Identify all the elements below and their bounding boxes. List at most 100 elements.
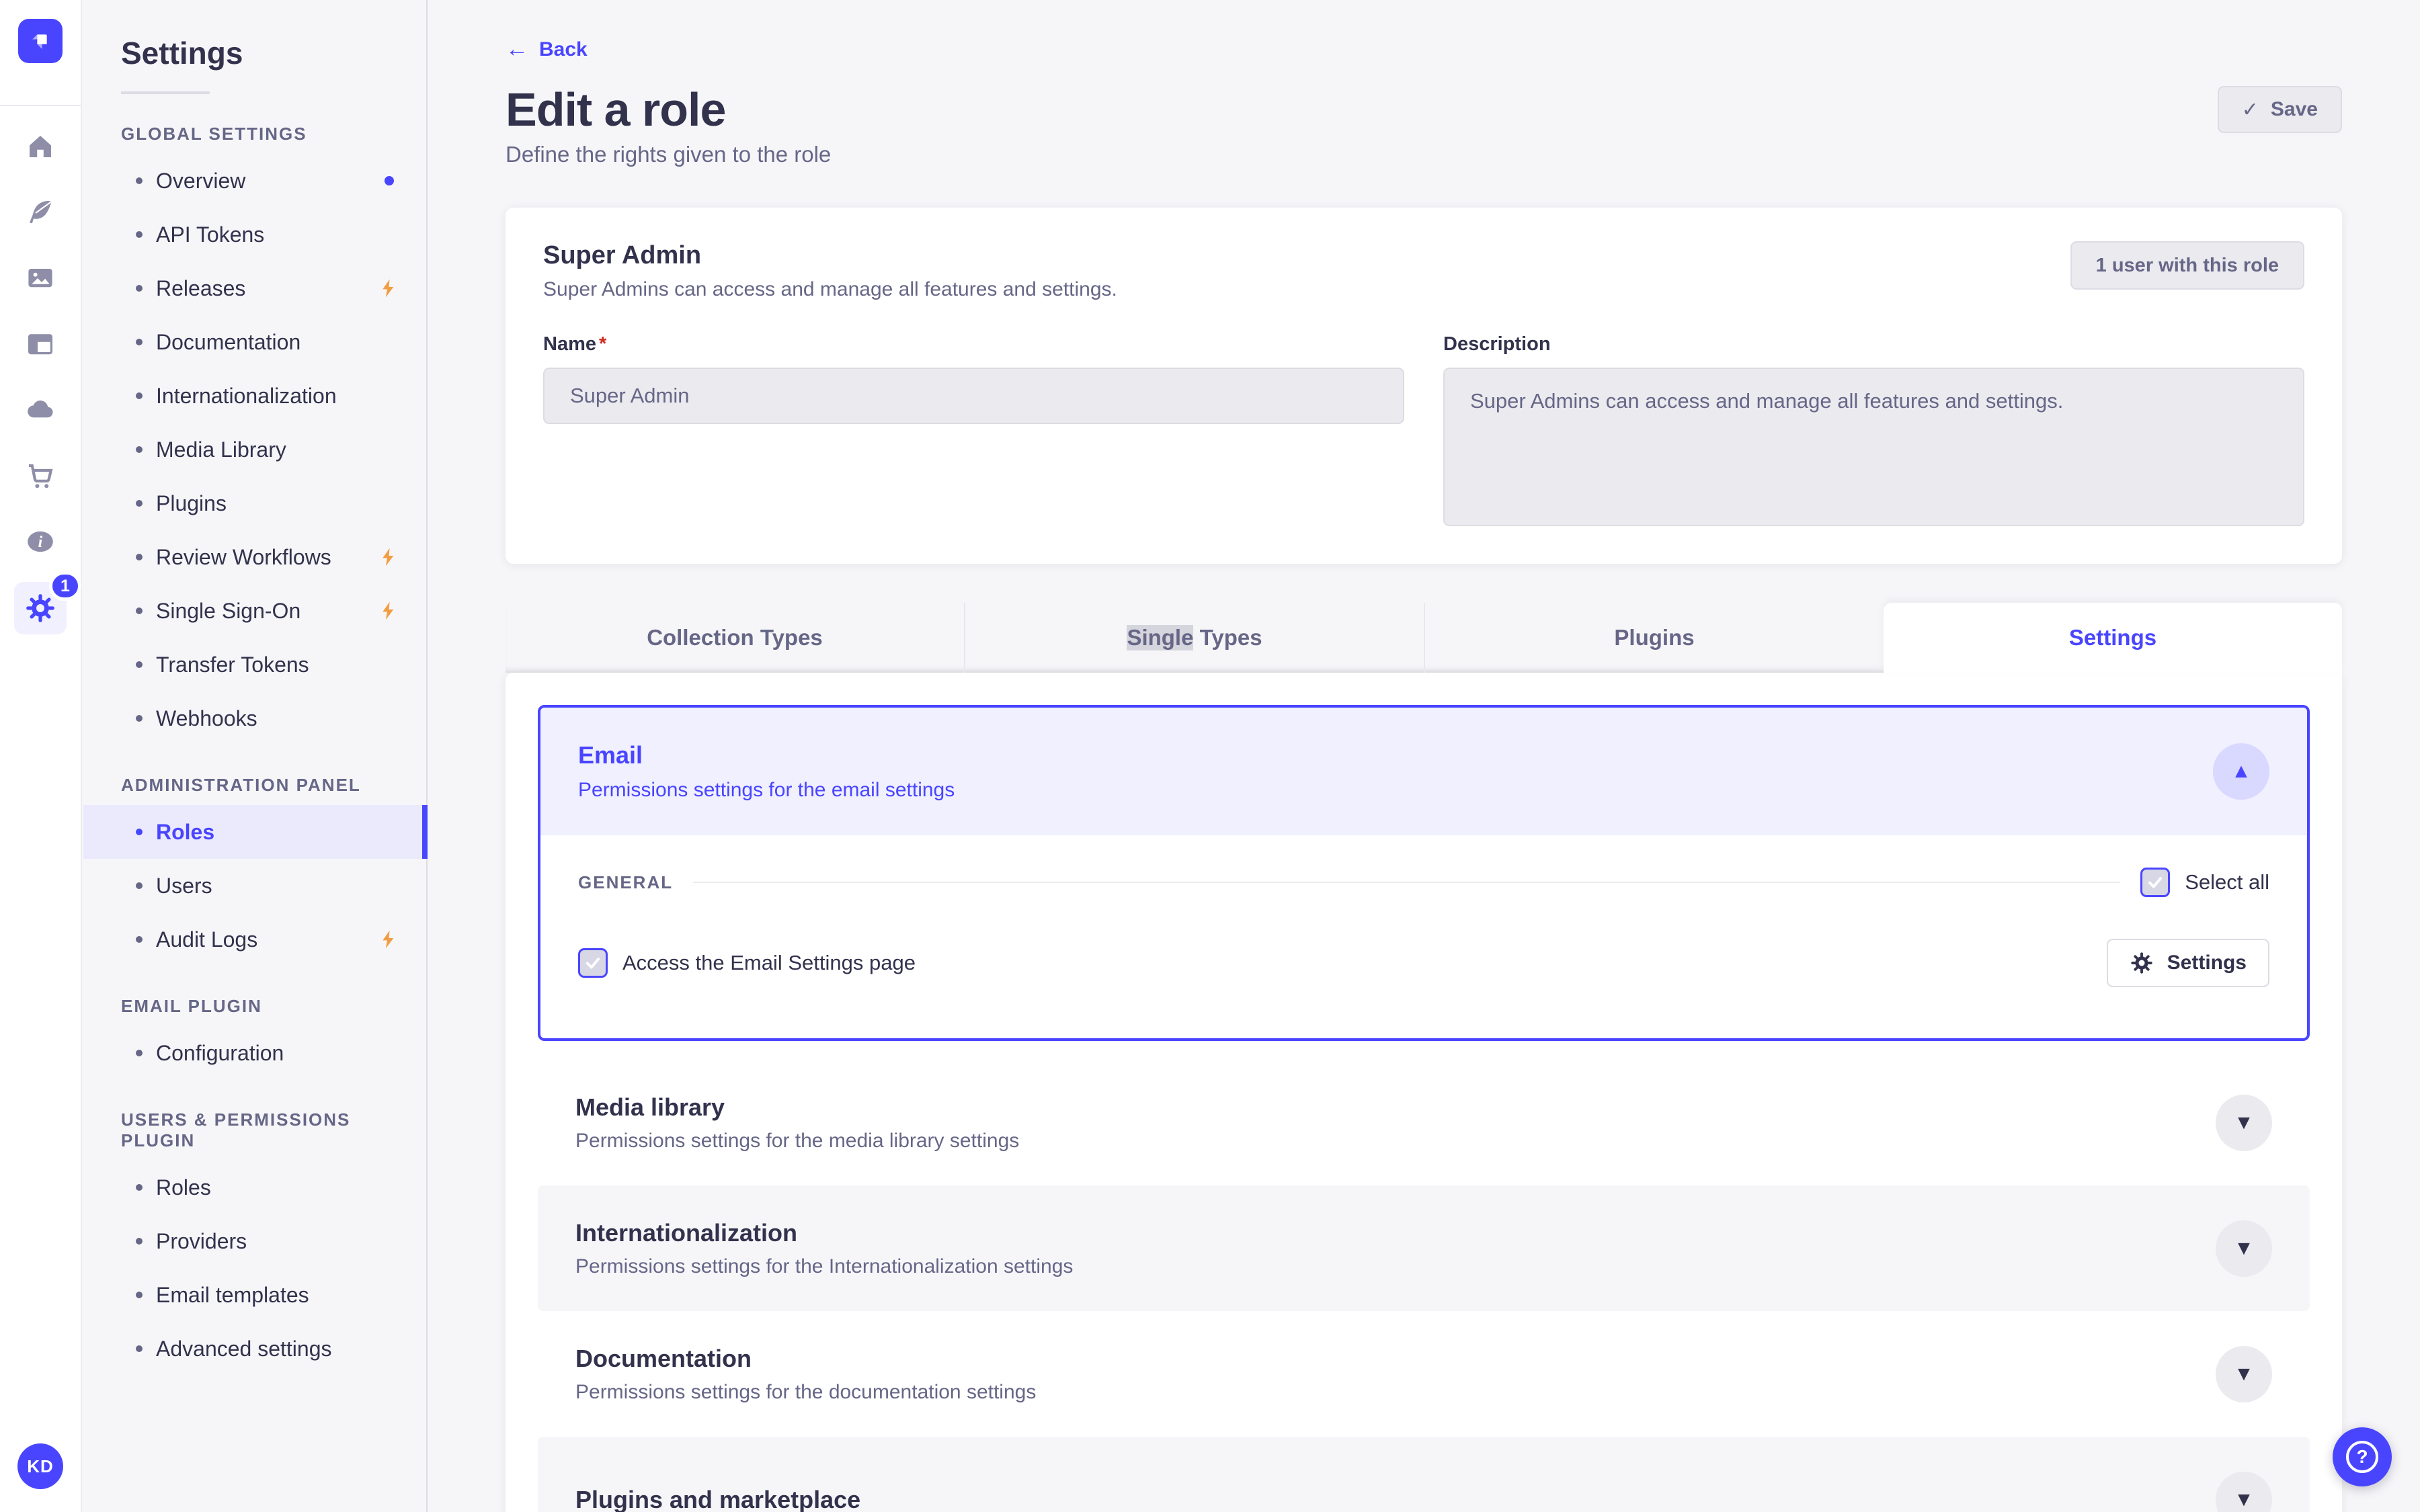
strapi-logo-icon[interactable] — [18, 19, 63, 63]
sidebar-item-email-templates[interactable]: Email templates — [83, 1268, 426, 1322]
expand-toggle-button[interactable]: ▼ — [2216, 1471, 2272, 1512]
email-permissions-panel: Email Permissions settings for the email… — [538, 705, 2310, 1041]
permission-settings-button[interactable]: Settings — [2106, 939, 2269, 987]
sidebar-title: Settings — [121, 36, 243, 71]
section-label-administration-panel: ADMINISTRATION PANEL — [121, 775, 361, 795]
svg-text:i: i — [38, 534, 43, 551]
sidebar-item-plugins[interactable]: Plugins — [83, 476, 426, 530]
tab-settings[interactable]: Settings — [1884, 603, 2342, 673]
sidebar-item-webhooks[interactable]: Webhooks — [83, 691, 426, 745]
plugins-marketplace-accordion[interactable]: Plugins and marketplace ▼ — [538, 1437, 2310, 1512]
media-library-icon[interactable] — [24, 262, 56, 294]
lightning-bolt-icon — [378, 600, 399, 622]
sidebar-divider — [121, 91, 210, 94]
save-button[interactable]: ✓ Save — [2217, 86, 2342, 133]
select-all-group: Select all — [2140, 868, 2269, 897]
lightning-bolt-icon — [378, 278, 399, 299]
section-label-users-permissions-plugin: USERS & PERMISSIONS PLUGIN — [121, 1109, 351, 1150]
sidebar-item-overview[interactable]: Overview — [83, 154, 426, 208]
strapi-admin-screen: i 1 KD Settings GLOBAL SETTINGS Overview… — [0, 0, 2420, 1512]
sidebar-item-up-roles[interactable]: Roles — [83, 1161, 426, 1214]
sidebar-item-internationalization[interactable]: Internationalization — [83, 369, 426, 423]
logo-section — [0, 0, 81, 106]
settings-gear-icon[interactable]: 1 — [14, 571, 81, 634]
sidebar-item-api-tokens[interactable]: API Tokens — [83, 208, 426, 261]
lightning-bolt-icon — [378, 546, 399, 568]
check-icon: ✓ — [2241, 98, 2259, 121]
permission-row: Access the Email Settings page — [578, 948, 916, 978]
gear-icon — [2131, 952, 2152, 974]
section-label-global-settings: GLOBAL SETTINGS — [121, 124, 307, 144]
email-accordion-header[interactable]: Email Permissions settings for the email… — [540, 708, 2307, 835]
chevron-down-icon: ▼ — [2234, 1111, 2254, 1134]
expand-toggle-button[interactable]: ▼ — [2216, 1345, 2272, 1402]
documentation-accordion[interactable]: Documentation Permissions settings for t… — [538, 1311, 2310, 1437]
main-content: ← Back Edit a role ✓ Save Define the rig… — [428, 0, 2420, 1512]
section-divider-line — [693, 882, 2121, 883]
rail-icon-list: i 1 — [0, 106, 81, 634]
sidebar-item-review-workflows[interactable]: Review Workflows — [83, 530, 426, 584]
sidebar-item-media-library[interactable]: Media Library — [83, 423, 426, 476]
tab-plugins[interactable]: Plugins — [1424, 603, 1884, 673]
back-link[interactable]: ← Back — [506, 36, 588, 62]
sidebar-item-email-configuration[interactable]: Configuration — [83, 1026, 426, 1080]
email-panel-body: GENERAL Select all Access the Email Sett… — [540, 835, 2307, 1038]
name-field-label: Name * — [543, 333, 607, 355]
description-textarea[interactable]: Super Admins can access and manage all f… — [1443, 368, 2304, 526]
permissions-section: Collection Types Single Types Plugins Se… — [506, 603, 2342, 1512]
select-all-label: Select all — [2185, 870, 2269, 894]
chevron-up-icon: ▲ — [2231, 760, 2251, 782]
users-with-role-button[interactable]: 1 user with this role — [2070, 241, 2304, 290]
question-mark-icon: ? — [2346, 1441, 2378, 1473]
sidebar-item-advanced-settings[interactable]: Advanced settings — [83, 1322, 426, 1376]
sidebar-item-documentation[interactable]: Documentation — [83, 315, 426, 369]
expand-toggle-button[interactable]: ▼ — [2216, 1220, 2272, 1277]
internationalization-accordion[interactable]: Internationalization Permissions setting… — [538, 1185, 2310, 1311]
main-nav-rail: i 1 KD — [0, 0, 82, 1512]
back-arrow-icon: ← — [506, 36, 528, 62]
email-panel-subtitle: Permissions settings for the email setti… — [578, 779, 955, 801]
notification-dot-icon — [385, 176, 394, 185]
description-field-group: Description Super Admins can access and … — [1443, 333, 2304, 526]
tab-single-types[interactable]: Single Types — [964, 603, 1424, 673]
permission-checkbox[interactable] — [578, 948, 608, 978]
permissions-tab-bar: Collection Types Single Types Plugins Se… — [506, 603, 2342, 673]
media-library-accordion[interactable]: Media library Permissions settings for t… — [538, 1060, 2310, 1185]
user-avatar[interactable]: KD — [17, 1443, 63, 1489]
cloud-icon[interactable] — [24, 394, 56, 426]
settings-sidebar: Settings GLOBAL SETTINGS Overview API To… — [83, 0, 428, 1512]
chevron-down-icon: ▼ — [2234, 1236, 2254, 1259]
role-name-heading: Super Admin — [543, 241, 702, 269]
chevron-down-icon: ▼ — [2234, 1362, 2254, 1385]
role-info-card: Super Admin Super Admins can access and … — [506, 208, 2342, 564]
name-field-group: Name * Super Admin — [543, 333, 1404, 526]
sidebar-item-admin-roles[interactable]: Roles — [83, 805, 428, 859]
sidebar-item-providers[interactable]: Providers — [83, 1214, 426, 1268]
required-asterisk: * — [599, 333, 607, 355]
chevron-down-icon: ▼ — [2234, 1488, 2254, 1511]
settings-tab-panel: Email Permissions settings for the email… — [506, 673, 2342, 1512]
content-type-builder-icon[interactable] — [24, 196, 56, 228]
tab-collection-types[interactable]: Collection Types — [506, 603, 964, 673]
expand-toggle-button[interactable]: ▼ — [2216, 1094, 2272, 1151]
description-field-label: Description — [1443, 333, 1551, 355]
sidebar-item-admin-users[interactable]: Users — [83, 859, 426, 913]
permission-label: Access the Email Settings page — [622, 951, 916, 974]
home-icon[interactable] — [24, 130, 56, 163]
marketplace-icon[interactable] — [24, 460, 56, 492]
info-icon[interactable]: i — [24, 526, 56, 558]
help-button[interactable]: ? — [2333, 1427, 2392, 1486]
content-manager-icon[interactable] — [24, 328, 56, 360]
select-all-checkbox[interactable] — [2140, 868, 2171, 897]
sidebar-item-single-sign-on[interactable]: Single Sign-On — [83, 584, 426, 638]
sidebar-item-releases[interactable]: Releases — [83, 261, 426, 315]
general-section-label: GENERAL — [578, 872, 674, 892]
page-title: Edit a role — [506, 83, 726, 136]
settings-notification-badge: 1 — [49, 571, 81, 601]
sidebar-item-audit-logs[interactable]: Audit Logs — [83, 913, 426, 966]
page-subtitle: Define the rights given to the role — [506, 142, 832, 167]
name-input[interactable]: Super Admin — [543, 368, 1404, 424]
collapse-toggle-button[interactable]: ▲ — [2213, 743, 2269, 800]
sidebar-item-transfer-tokens[interactable]: Transfer Tokens — [83, 638, 426, 691]
email-panel-title: Email — [578, 741, 643, 769]
